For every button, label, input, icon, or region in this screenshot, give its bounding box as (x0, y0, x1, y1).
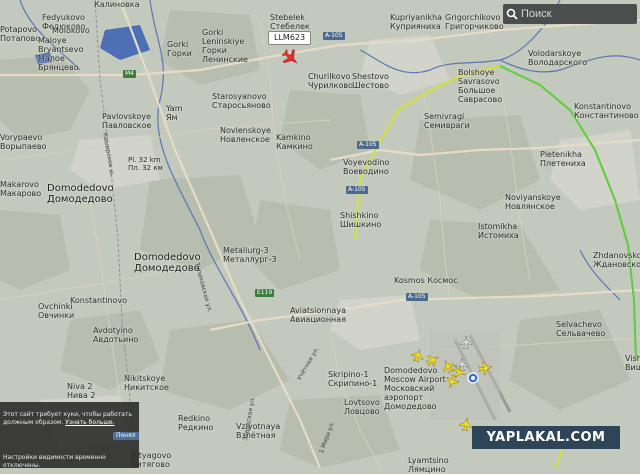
place-label: Istomikha Истомиха (478, 222, 519, 240)
place-label: Volodarskoye Володарского (528, 49, 588, 67)
learn-more-link[interactable]: Узнать больше. (65, 419, 114, 426)
place-label: Metallurg-3 Металлург-3 (223, 246, 277, 264)
place-label: Ovchinki Овчинки (38, 302, 75, 320)
place-label: Noviyanskoye Новлянское (505, 193, 561, 211)
place-label: Churilkovo Чурилково (308, 72, 353, 90)
place-label: Nikitskoye Никитское (124, 374, 169, 392)
place-label: Voyevodino Воеводино (343, 158, 390, 176)
place-label: Selvachevo Сельвачево (556, 320, 606, 338)
place-label: Niva 2 Нива 2 (67, 382, 96, 400)
place-label: Domodedovo Домодедово (47, 183, 114, 205)
place-label: Aviatsionnaya Авиационная (290, 306, 347, 324)
road-shield: A-105 (357, 141, 379, 149)
place-label: Molokovo (52, 26, 90, 35)
cookie-message: Этот сайт требует куки, чтобы работать д… (3, 411, 133, 426)
place-label: Skripino-1 Скрипино-1 (328, 370, 378, 388)
place-label: Starosyanovo Старосьяново (212, 92, 271, 110)
place-label: Bolshoye Savrasovo Большое Саврасово (458, 68, 503, 104)
place-label: Pletenikha Плетениха (540, 150, 586, 168)
road-shield: A-105 (346, 186, 368, 194)
flight-callsign-label[interactable]: LLM623 (268, 31, 312, 45)
airport-marker-icon[interactable] (467, 372, 479, 384)
place-label: Kamkino Камкино (276, 133, 313, 151)
place-label: Lovtsovo Ловцово (344, 398, 380, 416)
search-box[interactable] (503, 4, 637, 24)
place-label: Gorki Горки (167, 40, 192, 58)
place-label: Vorypaevo Ворыпаево (0, 133, 47, 151)
station-label: Pl. 32 km Пл. 32 км (128, 156, 163, 172)
place-label: Stebelek Стебелек (270, 13, 310, 31)
place-label: VishnВишн (625, 354, 640, 372)
place-label: Domodedovo Домодедово (134, 252, 201, 274)
search-icon[interactable] (503, 4, 521, 24)
place-label: Potapovo Потапово (0, 25, 41, 43)
place-label: Grigorchikovo Григорчиково (445, 13, 504, 31)
place-label: Shishkino Шишкино (340, 211, 382, 229)
watermark-logo: YAPLAKAL.COM (472, 426, 620, 449)
place-label: Gorki Leninskiye Горки Ленинские (202, 28, 248, 64)
place-label: Domodedovo Moscow Airport Московский аэро… (384, 366, 446, 411)
place-label: Konstantinovo Константиново (574, 102, 639, 120)
place-label: Kupriyanikha Куприяниха (390, 13, 443, 31)
road-shield: E119 (255, 289, 275, 297)
cookie-accept-button[interactable]: Понял (113, 432, 139, 440)
place-label: Shestovo Шестово (352, 72, 390, 90)
place-label: Pavlovskoye Павловское (102, 112, 152, 130)
place-label: Novlenskoye Новленское (220, 126, 271, 144)
road-shield: A-105 (406, 293, 428, 301)
place-label: Konstantinovo (70, 296, 128, 305)
place-label: ZhdanovskoyeЖдановское (593, 251, 640, 269)
cookie-notice: Этот сайт требует куки, чтобы работать д… (0, 402, 139, 469)
place-label: Yam Ям (166, 104, 183, 122)
place-label: Maloye Bryantsevo Малое Брянцево (38, 36, 84, 72)
search-input[interactable] (521, 8, 621, 20)
place-label: Redkino Редкино (178, 414, 214, 432)
place-label: Калиновка (94, 0, 140, 9)
place-label: Semivragi Семивраги (424, 112, 470, 130)
place-label: Avdotyino Авдотьино (93, 326, 139, 344)
place-label: Lyamtsino Лямцино (408, 456, 449, 474)
place-label: Makarovo Макарово (0, 180, 42, 198)
road-shield: M4 (123, 70, 136, 78)
place-label: Kosmos Космос (394, 276, 458, 285)
road-shield: A-105 (323, 32, 345, 40)
